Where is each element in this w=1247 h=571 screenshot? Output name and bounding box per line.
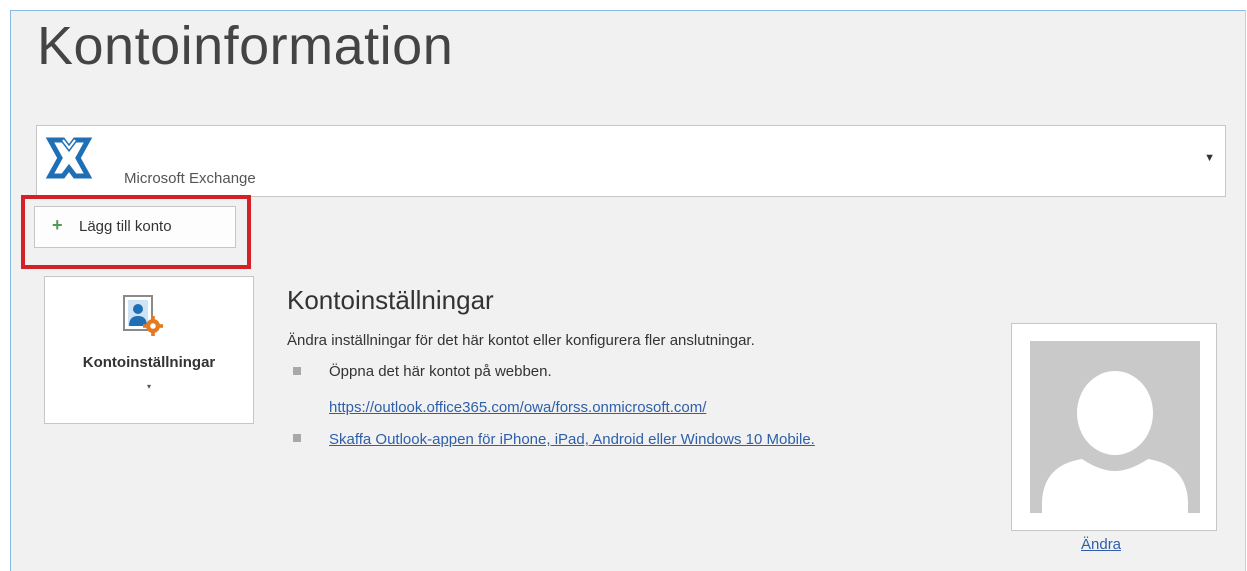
bullet-icon <box>293 367 301 375</box>
account-settings-button[interactable]: Kontoinställningar ▾ <box>44 276 254 424</box>
default-avatar-icon <box>1030 341 1200 513</box>
get-outlook-app-link[interactable]: Skaffa Outlook-appen för iPhone, iPad, A… <box>329 431 815 448</box>
chevron-down-icon: ▾ <box>146 382 151 391</box>
account-settings-heading: Kontoinställningar <box>287 285 494 315</box>
add-account-label: Lägg till konto <box>79 218 172 235</box>
account-settings-icon <box>123 295 163 336</box>
account-selector-dropdown[interactable]: Microsoft Exchange ▼ <box>36 125 1226 197</box>
account-info-panel: Kontoinformation Microsoft Exchange ▼ + … <box>10 10 1246 571</box>
account-settings-description: Ändra inställningar för det här kontot e… <box>287 332 755 349</box>
account-settings-button-label: Kontoinställningar <box>82 354 216 371</box>
profile-photo-frame <box>1011 323 1217 531</box>
open-web-text: Öppna det här kontot på webben. <box>329 363 552 380</box>
add-account-button[interactable]: + Lägg till konto <box>34 206 236 248</box>
change-photo-link[interactable]: Ändra <box>1081 536 1121 553</box>
bullet-icon <box>293 434 301 442</box>
page-title: Kontoinformation <box>37 16 454 76</box>
account-name: Microsoft Exchange <box>124 170 256 187</box>
owa-link[interactable]: https://outlook.office365.com/owa/forss.… <box>329 399 706 416</box>
plus-icon: + <box>52 215 63 235</box>
exchange-icon <box>45 137 93 179</box>
triangle-down-icon[interactable]: ▼ <box>1204 152 1215 164</box>
